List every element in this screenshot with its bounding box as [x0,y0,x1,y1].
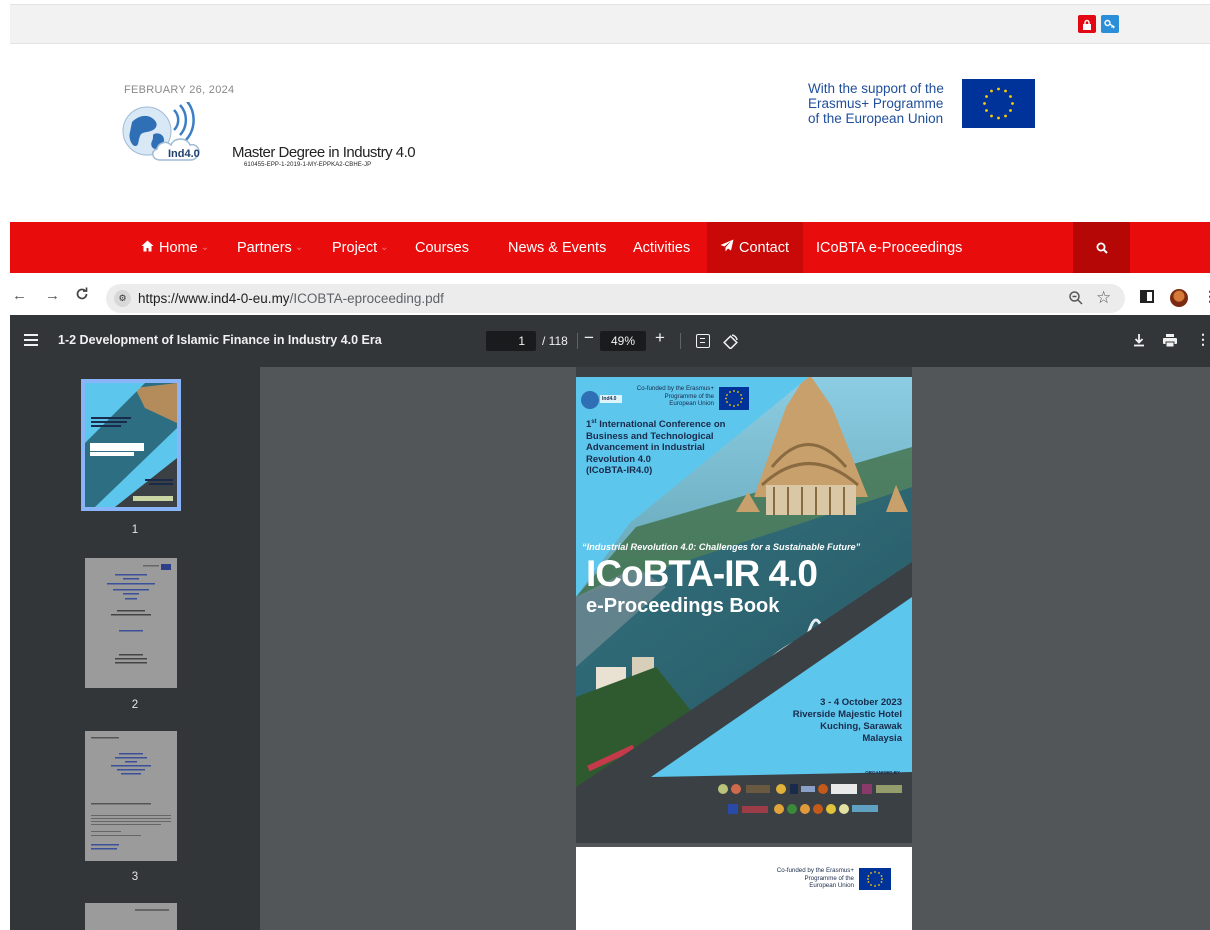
home-icon [141,240,154,256]
address-bar[interactable]: ⚙ https://www.ind4-0-eu.my/ICOBTA-eproce… [106,284,1125,313]
main-nav: Home ⌄ Partners ⌄ Project ⌄ Courses News & … [10,222,1210,273]
reload-icon[interactable] [75,287,89,305]
page-number-input[interactable]: 1 [486,331,536,351]
nav-home[interactable]: Home ⌄ [141,222,209,273]
page2-eu-flag-icon [859,868,891,890]
conference-line-1: International Conference on [596,419,726,431]
bookmark-star-icon[interactable]: ☆ [1096,288,1111,308]
thumbnail-label-2: 2 [131,699,139,711]
thumbnail-label-1: 1 [131,524,139,536]
menu-icon[interactable] [24,334,38,346]
eu-support-text: With the support of the Erasmus+ Program… [808,81,944,126]
search-icon [1096,242,1108,254]
profile-avatar[interactable] [1170,289,1188,307]
cover-date-venue: 3 - 4 October 2023 Riverside Majestic Ho… [792,697,902,744]
svg-text:Ind4.0: Ind4.0 [168,148,200,160]
nav-search-button[interactable] [1073,222,1130,273]
rotate-icon[interactable] [723,333,739,354]
site-settings-icon[interactable]: ⚙ [114,290,131,307]
forward-icon[interactable]: → [45,287,60,304]
cover-theme: “Industrial Revolution 4.0: Challenges f… [582,542,861,552]
side-panel-icon[interactable] [1140,290,1154,303]
post-date: FEBRUARY 26, 2024 [124,84,235,96]
url-text: https://www.ind4-0-eu.my/ICOBTA-eproceed… [138,291,444,306]
cover-subtitle: e-Proceedings Book [586,595,780,617]
thumbnail-label-3: 3 [131,871,139,883]
zoom-level-input[interactable]: 49% [600,331,646,351]
page2-cofunded-text: Co-funded by the Erasmus+ Programme of t… [776,867,854,889]
pdf-page-1: Co-funded by the Erasmus+ Programme of t… [576,367,912,843]
pdf-toolbar: 1-2 Development of Islamic Finance in In… [10,315,1210,367]
thumbnail-page-1[interactable] [81,379,181,511]
paper-plane-icon [720,239,734,256]
pdf-more-icon[interactable]: ⋮ [1196,331,1210,348]
zoom-icon[interactable] [1068,290,1084,311]
nav-icobta-proceedings[interactable]: ICoBTA e-Proceedings [816,222,962,273]
print-icon[interactable] [1162,333,1178,353]
page-total: / 118 [542,334,568,348]
nav-project[interactable]: Project ⌄ [332,222,389,273]
cover-cofunded-text: Co-funded by the Erasmus+ Programme of t… [636,385,714,407]
fit-page-icon[interactable] [696,334,710,348]
lock-icon[interactable] [1078,15,1096,33]
thumbnail-page-4[interactable] [85,903,177,930]
nav-activities[interactable]: Activities [633,222,690,273]
cover-organised-by: ORGANISED BY [865,770,900,775]
browser-toolbar: ← → ⚙ https://www.ind4-0-eu.my/ICOBTA-ep… [0,281,1210,315]
thumbnail-page-3[interactable] [85,731,177,861]
cover-ind40-logo-text: Ind4.0 [602,396,617,402]
conference-name: 1st International Conference on Business… [586,419,726,477]
nav-contact[interactable]: Contact [707,222,803,273]
nav-courses[interactable]: Courses [415,222,469,273]
logo-title: Master Degree in Industry 4.0 [232,144,416,161]
thumbnail-page-2[interactable] [85,558,177,688]
back-icon[interactable]: ← [12,287,27,304]
pdf-document-title: 1-2 Development of Islamic Finance in In… [58,333,382,347]
nav-news-events[interactable]: News & Events [508,222,606,273]
project-code: 610455-EPP-1-2019-1-MY-EPPKA2-CBHE-JP [244,162,372,168]
download-icon[interactable] [1133,333,1145,352]
key-icon[interactable] [1101,15,1119,33]
zoom-in-icon[interactable]: + [655,328,665,348]
site-top-bar [10,4,1210,44]
pdf-page-2: Co-funded by the Erasmus+ Programme of t… [576,847,912,930]
eu-flag-icon [962,79,1035,128]
nav-partners[interactable]: Partners ⌄ [237,222,303,273]
divider [577,333,578,349]
divider [680,333,681,349]
zoom-out-icon[interactable]: − [584,328,594,348]
thumbnail-sidebar: 1 2 3 [10,367,260,930]
more-icon[interactable]: ⋮ [1203,288,1210,305]
cover-big-title: ICoBTA-IR 4.0 [586,553,818,594]
